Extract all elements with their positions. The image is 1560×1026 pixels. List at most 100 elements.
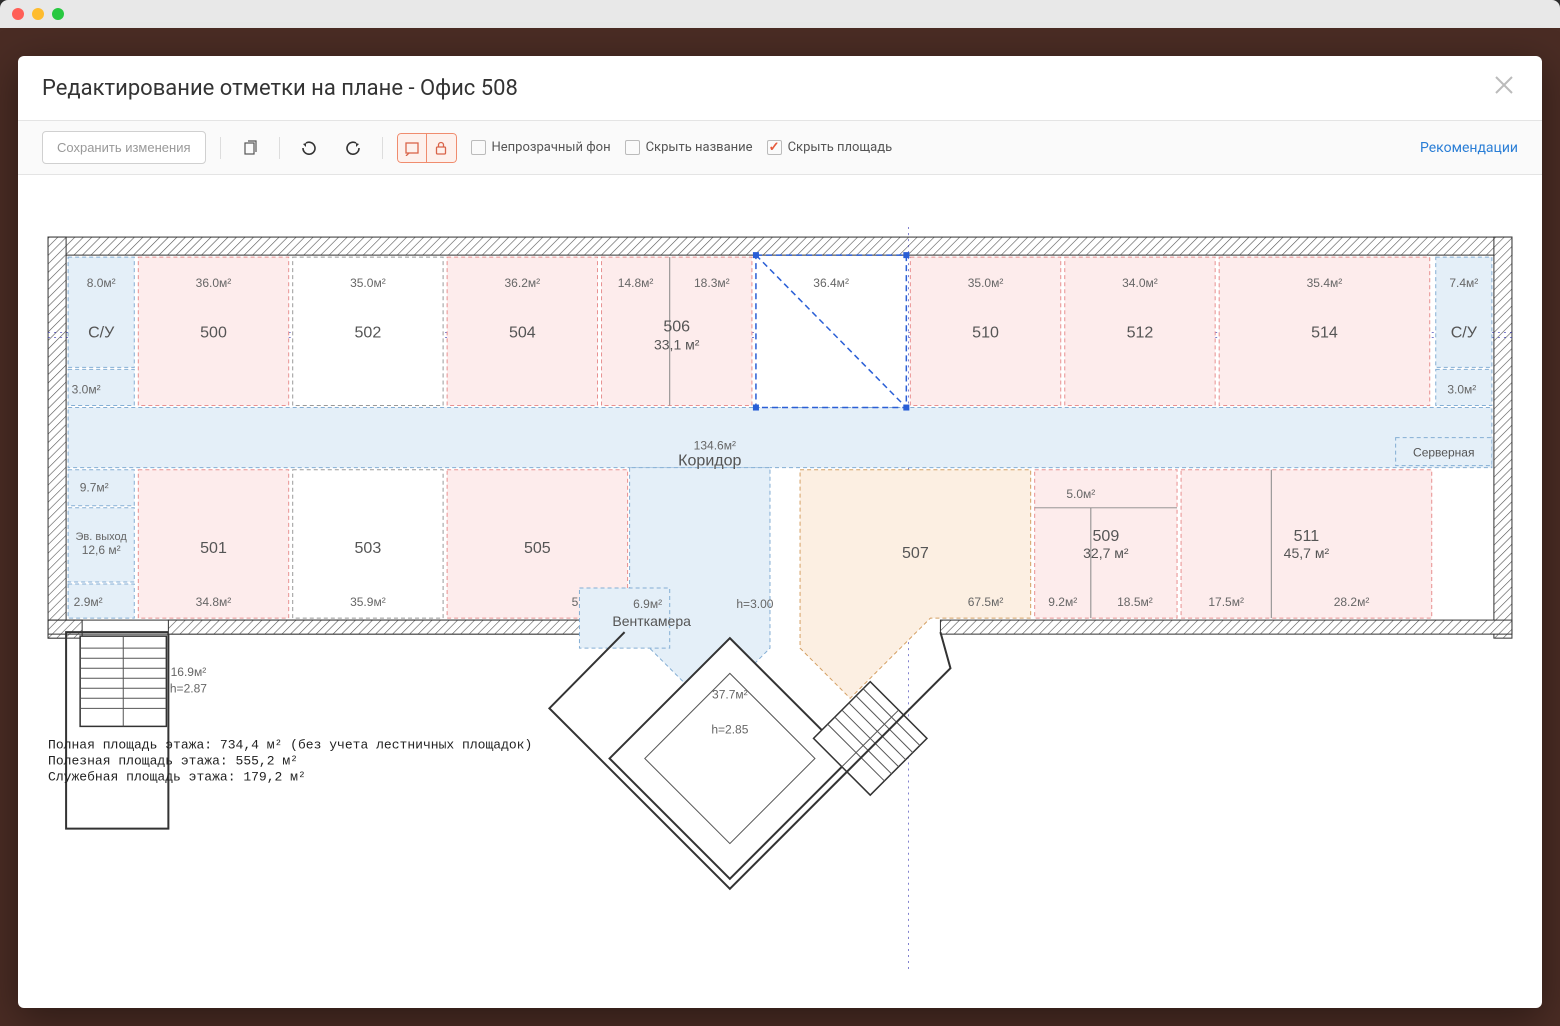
- mode-group: [397, 133, 457, 163]
- plan-editor-modal: Редактирование отметки на плане - Офис 5…: [18, 56, 1542, 1008]
- wall: [168, 620, 639, 634]
- modal-title: Редактирование отметки на плане - Офис 5…: [42, 76, 518, 101]
- room-area: 8.0м²: [87, 276, 116, 290]
- corridor-area: 134.6м²: [694, 439, 736, 453]
- room-label: 504: [509, 323, 536, 341]
- checkbox-label: Скрыть площадь: [788, 140, 893, 155]
- close-icon[interactable]: [1490, 74, 1518, 102]
- room-label: Эв. выход: [76, 531, 128, 543]
- divider: [382, 137, 383, 159]
- room-area: 34.8м²: [196, 595, 232, 609]
- room-label: С/У: [1451, 323, 1478, 341]
- h-label: h=3.00: [736, 597, 773, 611]
- footer-line: Полная площадь этажа: 734,4 м² (без учет…: [48, 737, 532, 752]
- room-area: 37.7м²: [712, 687, 748, 701]
- room-label: Венткамера: [612, 613, 691, 629]
- wall: [1494, 237, 1512, 638]
- toolbar: Сохранить изменения Непрозрачный фон: [18, 121, 1542, 175]
- footer-line: Полезная площадь этажа: 555,2 м²: [48, 753, 298, 768]
- checkbox-label: Скрыть название: [646, 140, 753, 155]
- room-area: 35.0м²: [968, 276, 1004, 290]
- mac-titlebar: [0, 0, 1560, 28]
- room-area: 12,6 м²: [82, 543, 121, 557]
- room-area: 3.0м²: [72, 382, 101, 396]
- wall: [940, 620, 1512, 634]
- room-area: 7.4м²: [1449, 276, 1478, 290]
- opaque-bg-checkbox[interactable]: Непрозрачный фон: [471, 140, 611, 155]
- room-area: 36.0м²: [196, 276, 232, 290]
- checkbox-label: Непрозрачный фон: [492, 140, 611, 155]
- wall: [48, 237, 66, 638]
- hide-area-checkbox[interactable]: Скрыть площадь: [767, 140, 893, 155]
- room-area: 34.0м²: [1122, 276, 1158, 290]
- room-area: 9.7м²: [80, 481, 109, 495]
- room-wc-left[interactable]: [68, 257, 134, 367]
- copy-icon[interactable]: [235, 133, 265, 163]
- room-area: 35.4м²: [1307, 276, 1343, 290]
- room-label: 507: [902, 544, 929, 562]
- h-label: h=2.87: [170, 681, 207, 695]
- room-area: 9.2м²: [1048, 595, 1077, 609]
- room-area: 28.2м²: [1334, 595, 1370, 609]
- room-area: 67.5м²: [968, 595, 1004, 609]
- room-area: 35.9м²: [350, 595, 386, 609]
- room-label: 514: [1311, 323, 1338, 341]
- room-label: 510: [972, 323, 999, 341]
- resize-handle[interactable]: [903, 252, 909, 258]
- resize-handle[interactable]: [753, 405, 759, 411]
- room-sub-area: 33,1 м²: [654, 336, 700, 352]
- resize-handle[interactable]: [903, 405, 909, 411]
- wall: [48, 237, 1512, 255]
- divider: [279, 137, 280, 159]
- close-window-dot[interactable]: [12, 8, 24, 20]
- resize-handle[interactable]: [753, 252, 759, 258]
- room-area: 14.8м²: [618, 276, 654, 290]
- room-area: 17.5м²: [1208, 595, 1244, 609]
- lobby: [610, 638, 851, 879]
- room-area: 35.0м²: [350, 276, 386, 290]
- undo-icon[interactable]: [294, 133, 324, 163]
- room-label: 503: [355, 539, 382, 557]
- redo-icon[interactable]: [338, 133, 368, 163]
- room-area: 6.9м²: [633, 597, 662, 611]
- room-label: Серверная: [1413, 446, 1474, 460]
- room-area: 2.9м²: [74, 595, 103, 609]
- hide-name-checkbox[interactable]: Скрыть название: [625, 140, 753, 155]
- room-area: 16.9м²: [171, 665, 207, 679]
- modal-header: Редактирование отметки на плане - Офис 5…: [18, 56, 1542, 121]
- floor-plan-svg[interactable]: 8.0м² С/У 3.0м² 7.4м² С/У 3.0м² Серверна…: [28, 205, 1532, 1008]
- room-wc-right[interactable]: [1436, 257, 1492, 367]
- draw-rect-icon[interactable]: [397, 133, 427, 163]
- stairwell-left: [80, 636, 166, 726]
- checkbox-icon: [471, 140, 486, 155]
- divider: [220, 137, 221, 159]
- room-sub-area: 32,7 м²: [1083, 545, 1129, 561]
- room-label: 500: [200, 323, 227, 341]
- room-label: 512: [1127, 323, 1154, 341]
- room-label: 509: [1092, 527, 1119, 545]
- room-sub-area: 45,7 м²: [1284, 545, 1330, 561]
- room-label: 502: [355, 323, 382, 341]
- minimize-window-dot[interactable]: [32, 8, 44, 20]
- room-area: 18.3м²: [694, 276, 730, 290]
- room-area: 3.0м²: [1447, 382, 1476, 396]
- lock-icon[interactable]: [427, 133, 457, 163]
- room-507[interactable]: [800, 470, 1031, 699]
- maximize-window-dot[interactable]: [52, 8, 64, 20]
- footer-line: Служебная площадь этажа: 179,2 м²: [48, 770, 306, 785]
- checkbox-icon: [767, 140, 782, 155]
- floor-plan-canvas[interactable]: 8.0м² С/У 3.0м² 7.4м² С/У 3.0м² Серверна…: [18, 175, 1542, 1008]
- recommendations-link[interactable]: Рекомендации: [1420, 140, 1518, 156]
- room-area: 5.0м²: [1066, 487, 1095, 501]
- h-label: h=2.85: [711, 722, 748, 736]
- corridor-label: Коридор: [678, 452, 741, 470]
- room-label: 511: [1294, 527, 1320, 545]
- room-label: 505: [524, 539, 551, 557]
- room-area: 18.5м²: [1117, 595, 1153, 609]
- room-area: 36.4м²: [813, 276, 849, 290]
- room-label: 506: [663, 317, 690, 335]
- room-label: С/У: [88, 323, 115, 341]
- save-button[interactable]: Сохранить изменения: [42, 131, 206, 164]
- corridor[interactable]: [68, 408, 1492, 468]
- room-label: 501: [200, 539, 227, 557]
